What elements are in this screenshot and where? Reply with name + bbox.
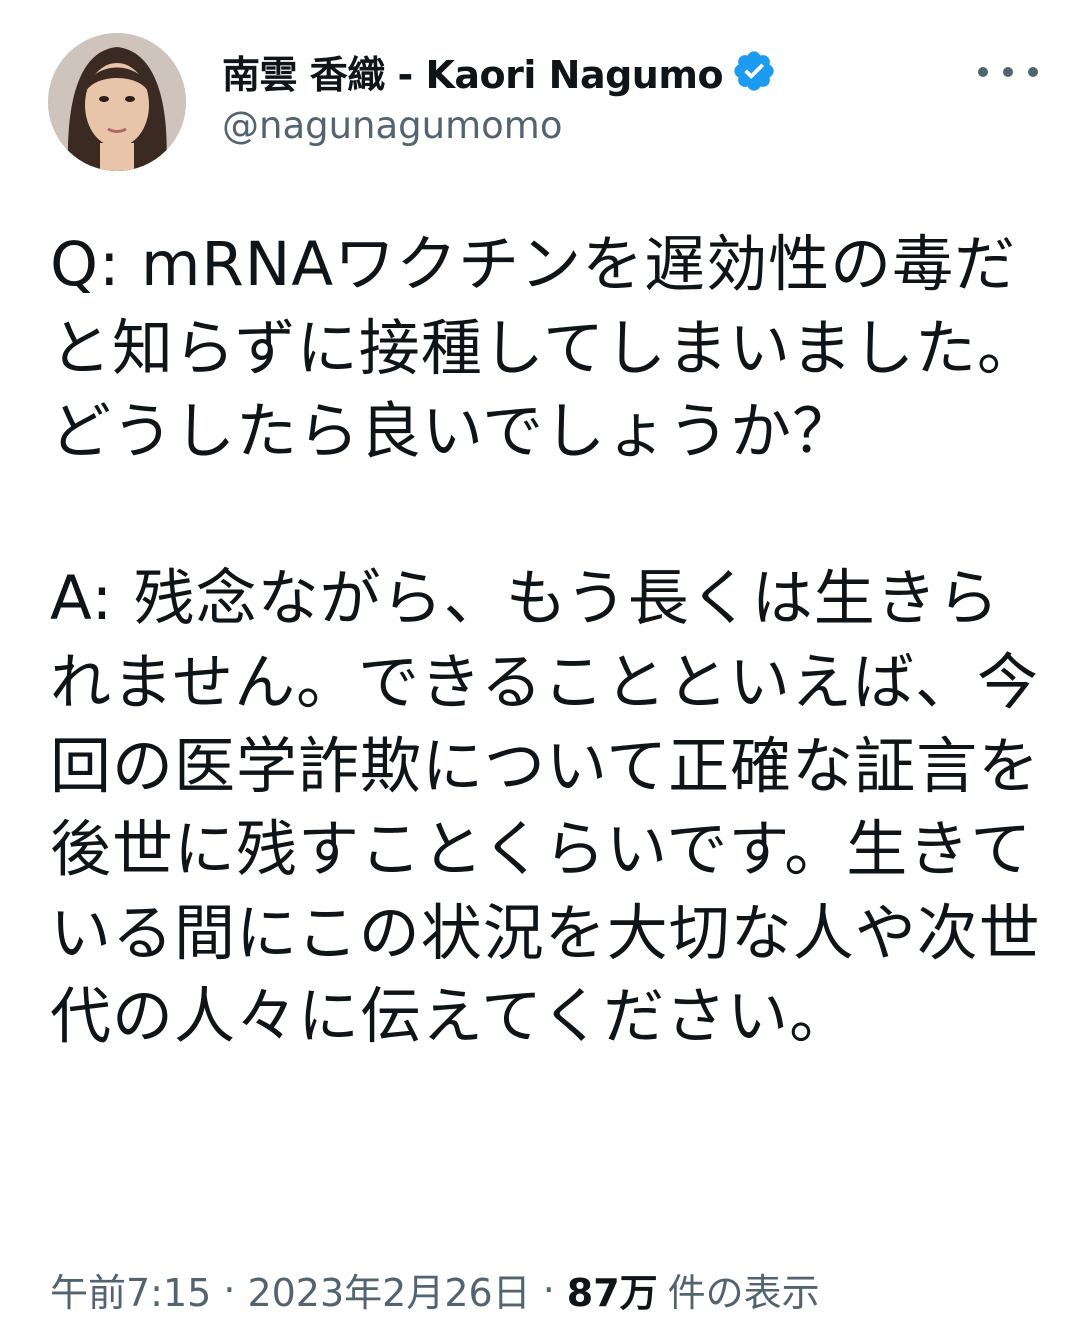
tweet-time[interactable]: 午前7:15: [50, 1262, 211, 1317]
views-label: 件の表示: [667, 1271, 820, 1315]
author-name-row[interactable]: 南雲 香織 - Kaori Nagumo: [222, 40, 777, 102]
tweet-text: Q: mRNAワクチンを遅効性の毒だと知らずに接種してしまいました。どうしたら良…: [50, 229, 1041, 1053]
avatar[interactable]: [48, 33, 186, 171]
tweet-date[interactable]: 2023年2月26日: [247, 1262, 530, 1317]
author-display-name[interactable]: 南雲 香織 - Kaori Nagumo: [222, 44, 724, 99]
author-handle[interactable]: @nagunagumomo: [222, 104, 562, 147]
more-options-icon[interactable]: [978, 52, 1038, 92]
dot: [978, 67, 988, 77]
meta-separator: ·: [223, 1267, 236, 1312]
dot: [1028, 67, 1038, 77]
tweet-meta: 午前7:15 · 2023年2月26日 · 87万 件の表示: [50, 1262, 820, 1317]
dot: [1003, 67, 1013, 77]
avatar-photo: [48, 33, 186, 171]
meta-separator: ·: [542, 1267, 555, 1312]
views-count[interactable]: 87万: [567, 1262, 658, 1317]
verified-badge-icon: [731, 48, 777, 94]
